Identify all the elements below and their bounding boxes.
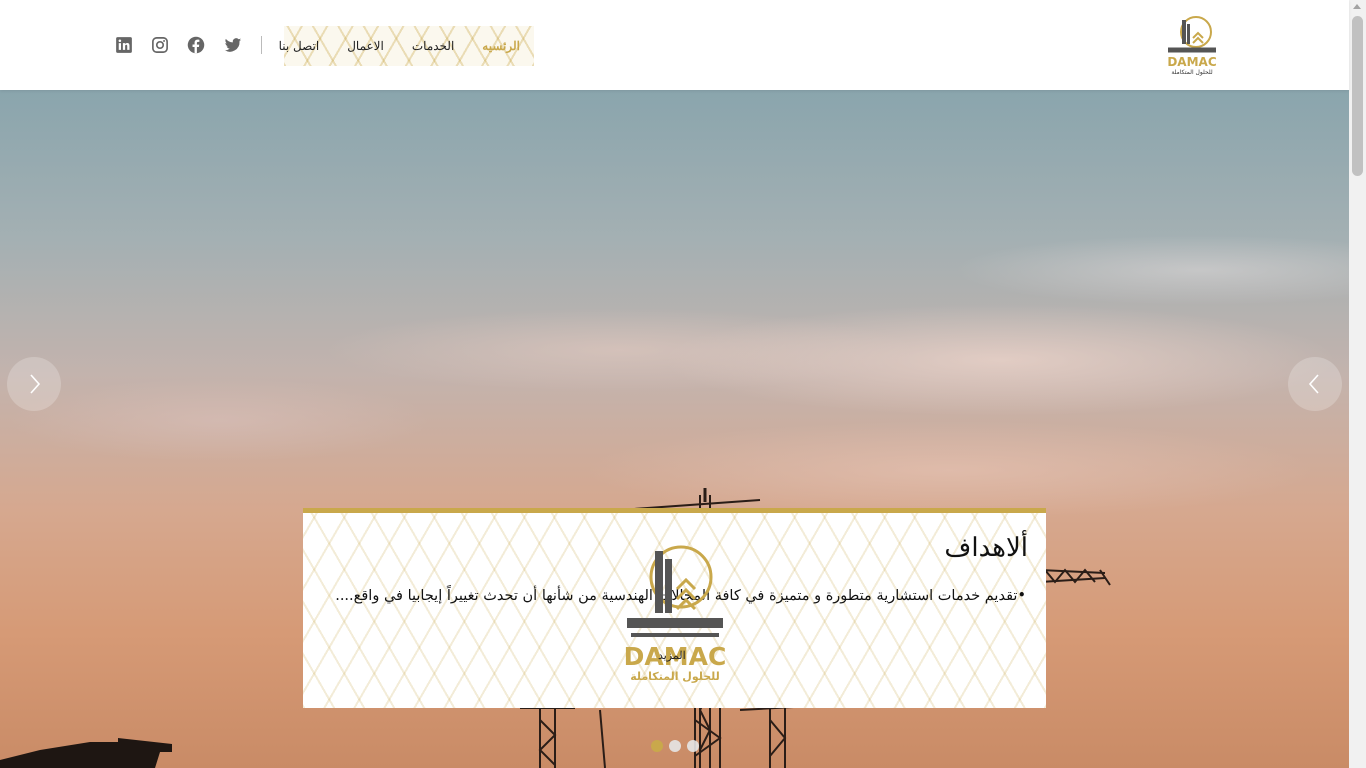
hero-slider: ألاهداف •تقديم خدمات استشارية متطورة و م…: [0, 90, 1349, 768]
linkedin-icon[interactable]: [115, 36, 133, 54]
read-more-link[interactable]: المزيد: [658, 649, 686, 662]
scroll-thumb[interactable]: [1352, 16, 1363, 176]
chevron-left-icon: [1308, 374, 1319, 394]
nav-item-home[interactable]: الرئسيه: [468, 39, 534, 53]
slider-dot-1[interactable]: [651, 740, 663, 752]
caption-logo-tagline: للحلول المتكاملة: [630, 670, 720, 683]
scroll-up-icon[interactable]: [1353, 4, 1361, 9]
slider-dot-2[interactable]: [669, 740, 681, 752]
instagram-icon[interactable]: [151, 36, 169, 54]
chevron-right-icon: [30, 374, 41, 394]
nav-item-works[interactable]: الاعمال: [333, 39, 398, 53]
slider-next-arrow[interactable]: [7, 357, 61, 411]
slider-dot-3[interactable]: [687, 740, 699, 752]
slider-dots: [651, 740, 699, 752]
nav-item-contact[interactable]: اتصل بنا: [265, 39, 334, 53]
slide-caption-card: ألاهداف •تقديم خدمات استشارية متطورة و م…: [303, 508, 1046, 708]
logo-tagline: للحلول المتكاملة: [1171, 69, 1213, 76]
nav-item-services[interactable]: الخدمات: [398, 39, 468, 53]
twitter-icon[interactable]: [224, 36, 242, 54]
logo-latin: DAMAC: [1167, 55, 1216, 69]
site-header: DAMAC للحلول المتكاملة الرئسيه الخدمات ا…: [0, 0, 1349, 90]
facebook-icon[interactable]: [187, 36, 205, 54]
nav-divider: [261, 36, 262, 54]
damac-logo[interactable]: DAMAC للحلول المتكاملة: [1160, 14, 1224, 76]
main-nav: الرئسيه الخدمات الاعمال اتصل بنا: [279, 26, 534, 66]
slide-title: ألاهداف: [944, 533, 1028, 563]
slider-prev-arrow[interactable]: [1288, 357, 1342, 411]
page-scrollbar[interactable]: [1349, 0, 1366, 768]
